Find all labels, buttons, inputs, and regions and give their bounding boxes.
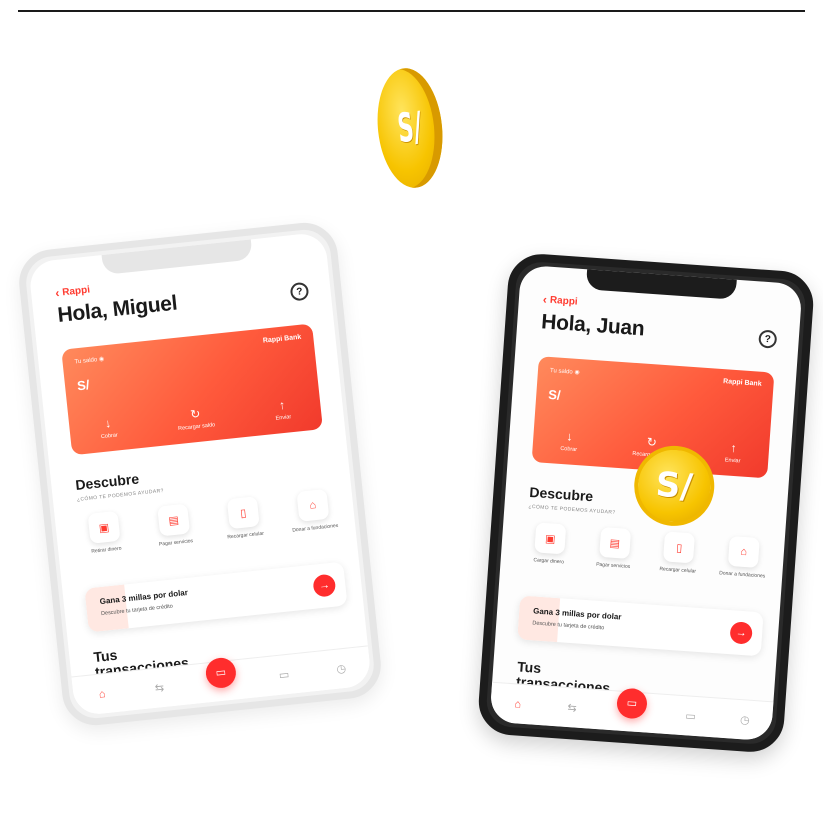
topup-button[interactable]: ↻ Recargar saldo <box>176 405 216 433</box>
top-rule <box>18 10 805 12</box>
service-item[interactable]: ▤ Pagar servicios <box>583 526 646 572</box>
rappi-card-icon[interactable]: ▭ <box>615 686 648 720</box>
service-label: Retirar dinero <box>91 545 122 555</box>
service-item[interactable]: ▣ Cargar dinero <box>519 521 582 567</box>
collect-button[interactable]: ↓ Cobrar <box>560 429 578 453</box>
discover-title: Descubre <box>74 470 140 494</box>
promo-banner[interactable]: Gana 3 millas por dolar Descubre tu tarj… <box>84 561 348 633</box>
back-label: Rappi <box>549 294 579 308</box>
refresh-coin-icon: ↻ <box>646 434 658 450</box>
send-button[interactable]: ↑ Enviar <box>274 397 292 422</box>
phone-notch <box>585 267 737 300</box>
service-item[interactable]: ▯ Recargar celular <box>648 530 711 576</box>
discover-title: Descubre <box>528 483 594 505</box>
wallet-icon[interactable]: ▭ <box>680 709 701 723</box>
balance-label: Tu saldo ◉ <box>74 355 104 365</box>
rappi-card-icon[interactable]: ▭ <box>204 655 238 689</box>
back-label: Rappi <box>61 284 91 298</box>
arrow-down-icon: ↓ <box>104 416 112 431</box>
collect-label: Cobrar <box>560 445 578 454</box>
back-link[interactable]: ‹ Rappi <box>542 292 578 308</box>
balance-label-text: Tu saldo <box>549 367 573 376</box>
home-icon[interactable]: ⌂ <box>507 697 528 710</box>
phone-right-screen: ‹ Rappi Hola, Juan ? Tu saldo ◉ Rappi Ba… <box>489 264 803 742</box>
discover-subtitle: ¿CÓMO TE PODEMOS AYUDAR? <box>528 503 616 516</box>
cash-icon: ▣ <box>534 522 567 555</box>
cash-icon: ▣ <box>87 510 121 544</box>
services-row: ▣ Cargar dinero ▤ Pagar servicios ▯ Reca… <box>519 521 775 580</box>
balance-label-text: Tu saldo <box>74 357 98 366</box>
promo-title: Gana 3 millas por dolar <box>532 606 622 622</box>
help-icon[interactable]: ? <box>289 281 310 302</box>
service-item[interactable]: ▤ Pagar servicios <box>142 502 206 550</box>
greeting: Hola, Juan <box>540 310 646 341</box>
phone-right: ‹ Rappi Hola, Juan ? Tu saldo ◉ Rappi Ba… <box>476 251 816 755</box>
arrow-up-icon: ↑ <box>730 440 737 456</box>
promo-subtitle: Descubre tu tarjeta de crédito <box>100 603 174 618</box>
service-label: Donar a fundaciones <box>718 570 766 580</box>
service-item[interactable]: ⌂ Donar a fundaciones <box>712 535 775 581</box>
clock-icon[interactable]: ◷ <box>734 713 755 727</box>
service-item[interactable]: ▯ Recargar celular <box>212 495 276 543</box>
send-label: Enviar <box>275 414 292 422</box>
service-label: Cargar dinero <box>533 557 565 566</box>
bank-icon: ⌂ <box>727 535 760 568</box>
balance-label: Tu saldo ◉ <box>550 367 580 376</box>
service-item[interactable]: ▣ Retirar dinero <box>73 509 137 557</box>
help-icon[interactable]: ? <box>758 329 778 349</box>
promo-title: Gana 3 millas por dolar <box>99 587 189 607</box>
phone-notch <box>101 237 253 275</box>
send-label: Enviar <box>724 457 741 465</box>
promo-subtitle: Descubre tu tarjeta de crédito <box>532 620 605 632</box>
coin-symbol: S/ <box>654 464 695 508</box>
transfer-icon[interactable]: ⇆ <box>562 701 583 715</box>
arrow-up-icon: ↑ <box>278 397 286 413</box>
promo-banner[interactable]: Gana 3 millas por dolar Descubre tu tarj… <box>517 595 764 657</box>
receipt-icon: ▤ <box>598 526 631 559</box>
bank-logo: Rappi Bank <box>262 333 302 345</box>
balance-card: Tu saldo ◉ Rappi Bank S/ ↓ Cobrar ↻ Reca… <box>61 323 323 456</box>
service-item[interactable]: ⌂ Donar a fundaciones <box>281 487 345 535</box>
balance-card: Tu saldo ◉ Rappi Bank S/ ↓ Cobrar ↻ Reca… <box>531 356 775 529</box>
service-label: Pagar servicios <box>158 538 194 548</box>
refresh-coin-icon: ↻ <box>189 406 202 422</box>
balance-currency: S/ <box>76 377 91 394</box>
receipt-icon: ▤ <box>157 503 191 537</box>
eye-icon[interactable]: ◉ <box>574 370 580 376</box>
bank-icon: ⌂ <box>296 488 330 522</box>
coin-symbol: S/ <box>395 103 425 153</box>
phone-left-screen: ‹ Rappi Hola, Miguel ? Tu saldo ◉ Rappi … <box>27 231 373 717</box>
chevron-left-icon: ‹ <box>54 285 61 301</box>
card-actions: ↓ Cobrar ↻ Recargar saldo ↑ Enviar <box>69 394 322 443</box>
home-icon[interactable]: ⌂ <box>92 687 113 701</box>
balance-currency: S/ <box>547 386 562 403</box>
arrow-right-icon[interactable]: → <box>312 573 337 598</box>
phone-left: ‹ Rappi Hola, Miguel ? Tu saldo ◉ Rappi … <box>15 219 385 729</box>
send-button[interactable]: ↑ Enviar <box>724 440 742 465</box>
bottom-nav: ⌂ ⇆ ▭ ▭ ◷ <box>489 681 774 742</box>
chevron-left-icon: ‹ <box>542 292 548 307</box>
clock-icon[interactable]: ◷ <box>331 661 352 676</box>
topup-label: Recargar saldo <box>177 422 216 433</box>
phone-icon: ▯ <box>226 496 260 530</box>
phone-icon: ▯ <box>663 531 696 564</box>
sol-coin-icon: S/ <box>371 64 449 192</box>
arrow-right-icon[interactable]: → <box>729 621 753 645</box>
bank-logo: Rappi Bank <box>722 378 762 388</box>
eye-icon[interactable]: ◉ <box>99 356 105 363</box>
arrow-down-icon: ↓ <box>566 429 574 444</box>
service-label: Recargar celular <box>659 566 697 575</box>
wallet-icon[interactable]: ▭ <box>273 667 294 682</box>
service-label: Donar a fundaciones <box>292 522 339 534</box>
service-label: Pagar servicios <box>595 561 631 571</box>
collect-label: Cobrar <box>100 432 119 441</box>
service-label: Recargar celular <box>227 530 265 541</box>
transfer-icon[interactable]: ⇆ <box>149 680 170 695</box>
collect-button[interactable]: ↓ Cobrar <box>99 416 119 441</box>
back-link[interactable]: ‹ Rappi <box>54 283 91 301</box>
